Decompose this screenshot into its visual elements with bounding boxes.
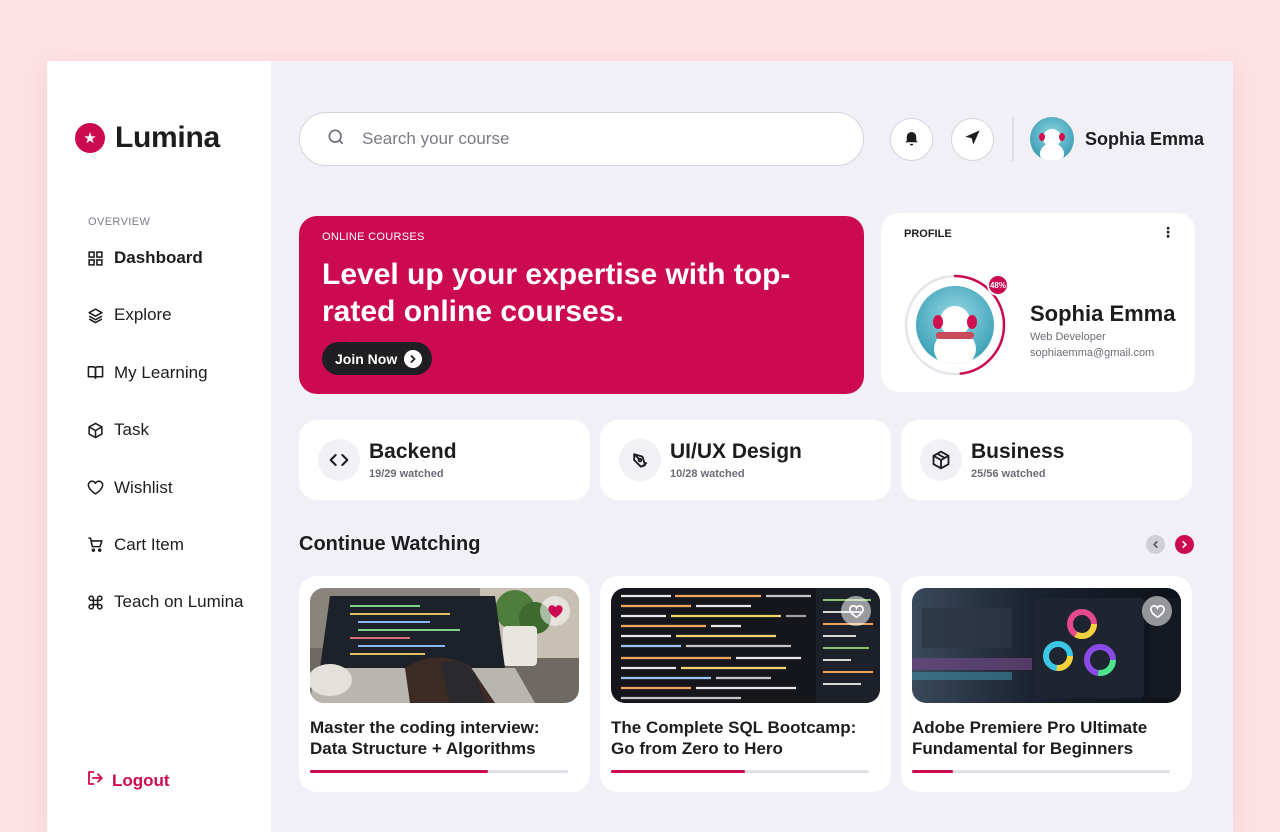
more-options-icon[interactable]: ⋮: [1161, 225, 1175, 239]
sidebar-item-task[interactable]: Task: [86, 417, 243, 443]
course-title: Adobe Premiere Pro Ultimate Fundamental …: [912, 718, 1148, 758]
heart-outline-icon: [1149, 603, 1166, 620]
profile-card: PROFILE ⋮ 48% Sophia Emma Web Developer …: [881, 213, 1195, 392]
brand-logo[interactable]: ★ Lumina: [75, 121, 220, 155]
category-watched: 10/28 watched: [670, 468, 745, 480]
cart-icon: [86, 536, 104, 554]
search-icon: [326, 127, 346, 152]
section-label-overview: OVERVIEW: [88, 216, 151, 228]
chevron-left-icon: [1151, 536, 1160, 554]
search-input[interactable]: [362, 129, 802, 149]
command-icon: [86, 593, 104, 611]
category-watched: 19/29 watched: [369, 468, 444, 480]
profile-avatar: [916, 286, 994, 364]
user-name: Sophia Emma: [1085, 128, 1205, 149]
course-title: The Complete SQL Bootcamp: Go from Zero …: [611, 718, 857, 758]
logout-label: Logout: [112, 770, 170, 790]
logout-icon: [86, 769, 104, 792]
layers-icon: [86, 306, 104, 324]
heart-filled-icon: [547, 603, 564, 620]
app-window: ★ Lumina OVERVIEW Dashboard Explore My L…: [47, 61, 1233, 832]
search-bar[interactable]: [299, 112, 864, 166]
grid-icon: [86, 249, 104, 267]
course-card[interactable]: The Complete SQL Bootcamp: Go from Zero …: [600, 576, 891, 792]
course-card[interactable]: Adobe Premiere Pro Ultimate Fundamental …: [901, 576, 1192, 792]
sidebar-item-cart-item[interactable]: Cart Item: [86, 532, 243, 558]
sidebar-item-explore[interactable]: Explore: [86, 302, 243, 328]
carousel-prev-button[interactable]: [1146, 535, 1165, 554]
join-now-label: Join Now: [335, 350, 398, 367]
category-title: Backend: [369, 440, 457, 463]
course-thumbnail: [912, 588, 1181, 703]
favorite-button[interactable]: [540, 596, 570, 626]
course-progress-bar: [611, 770, 869, 773]
category-watched: 25/56 watched: [971, 468, 1046, 480]
box-icon: [86, 421, 104, 439]
user-menu[interactable]: Sophia Emma: [1030, 117, 1204, 161]
sidebar-item-label: Dashboard: [114, 248, 203, 267]
category-title: UI/UX Design: [670, 440, 802, 463]
sidebar-item-label: Explore: [114, 305, 172, 325]
favorite-button[interactable]: [841, 596, 871, 626]
favorite-button[interactable]: [1142, 596, 1172, 626]
course-title: Master the coding interview: Data Struct…: [310, 718, 540, 758]
logout-button[interactable]: Logout: [86, 769, 170, 792]
join-now-button[interactable]: Join Now: [322, 342, 433, 375]
chevron-right-icon: [1180, 536, 1189, 554]
heart-outline-icon: [848, 603, 865, 620]
course-card[interactable]: Master the coding interview: Data Struct…: [299, 576, 590, 792]
send-button[interactable]: [951, 118, 994, 161]
sidebar: ★ Lumina OVERVIEW Dashboard Explore My L…: [47, 61, 271, 832]
sidebar-item-label: Teach on Lumina: [114, 592, 244, 612]
course-thumbnail: [611, 588, 880, 703]
chevron-right-icon: [404, 349, 423, 368]
category-title: Business: [971, 440, 1065, 463]
package-icon: [920, 439, 962, 481]
course-progress-bar: [310, 770, 568, 773]
sidebar-item-my-learning[interactable]: My Learning: [86, 360, 243, 386]
notifications-button[interactable]: [890, 118, 933, 161]
category-card-ui-ux-design[interactable]: UI/UX Design 10/28 watched: [600, 420, 891, 500]
topbar-divider: [1012, 117, 1014, 161]
category-card-business[interactable]: Business 25/56 watched: [901, 420, 1192, 500]
category-card-backend[interactable]: Backend 19/29 watched: [299, 420, 590, 500]
sidebar-item-label: My Learning: [114, 362, 208, 382]
sidebar-item-teach-on-lumina[interactable]: Teach on Lumina: [86, 589, 243, 615]
banner-kicker: ONLINE COURSES: [322, 231, 425, 243]
navigation-arrow-icon: [963, 128, 982, 152]
profile-email: sophiaemma@gmail.com: [1030, 347, 1155, 359]
promo-banner: ONLINE COURSES Level up your expertise w…: [299, 216, 864, 394]
heart-icon: [86, 479, 104, 497]
profile-role: Web Developer: [1030, 331, 1106, 343]
profile-name: Sophia Emma: [1030, 301, 1176, 326]
course-thumbnail: [310, 588, 579, 703]
carousel-next-button[interactable]: [1175, 535, 1194, 554]
sidebar-item-label: Cart Item: [114, 534, 184, 554]
brand-name: Lumina: [115, 121, 220, 154]
sidebar-item-label: Wishlist: [114, 477, 173, 497]
sidebar-item-label: Task: [114, 420, 149, 440]
book-icon: [86, 364, 104, 382]
avatar: [1030, 117, 1074, 161]
sidebar-item-dashboard[interactable]: Dashboard: [86, 245, 243, 271]
sidebar-nav: Dashboard Explore My Learning Task Wishl…: [86, 245, 243, 647]
pen-tool-icon: [619, 439, 661, 481]
section-title-continue-watching: Continue Watching: [299, 533, 481, 555]
bell-icon: [902, 128, 921, 152]
star-icon: ★: [75, 123, 105, 153]
code-icon: [318, 439, 360, 481]
sidebar-item-wishlist[interactable]: Wishlist: [86, 475, 243, 501]
profile-card-label: PROFILE: [904, 228, 952, 240]
banner-headline: Level up your expertise with top-rated o…: [322, 258, 791, 328]
profile-progress-badge: 48%: [987, 274, 1009, 296]
course-progress-bar: [912, 770, 1170, 773]
